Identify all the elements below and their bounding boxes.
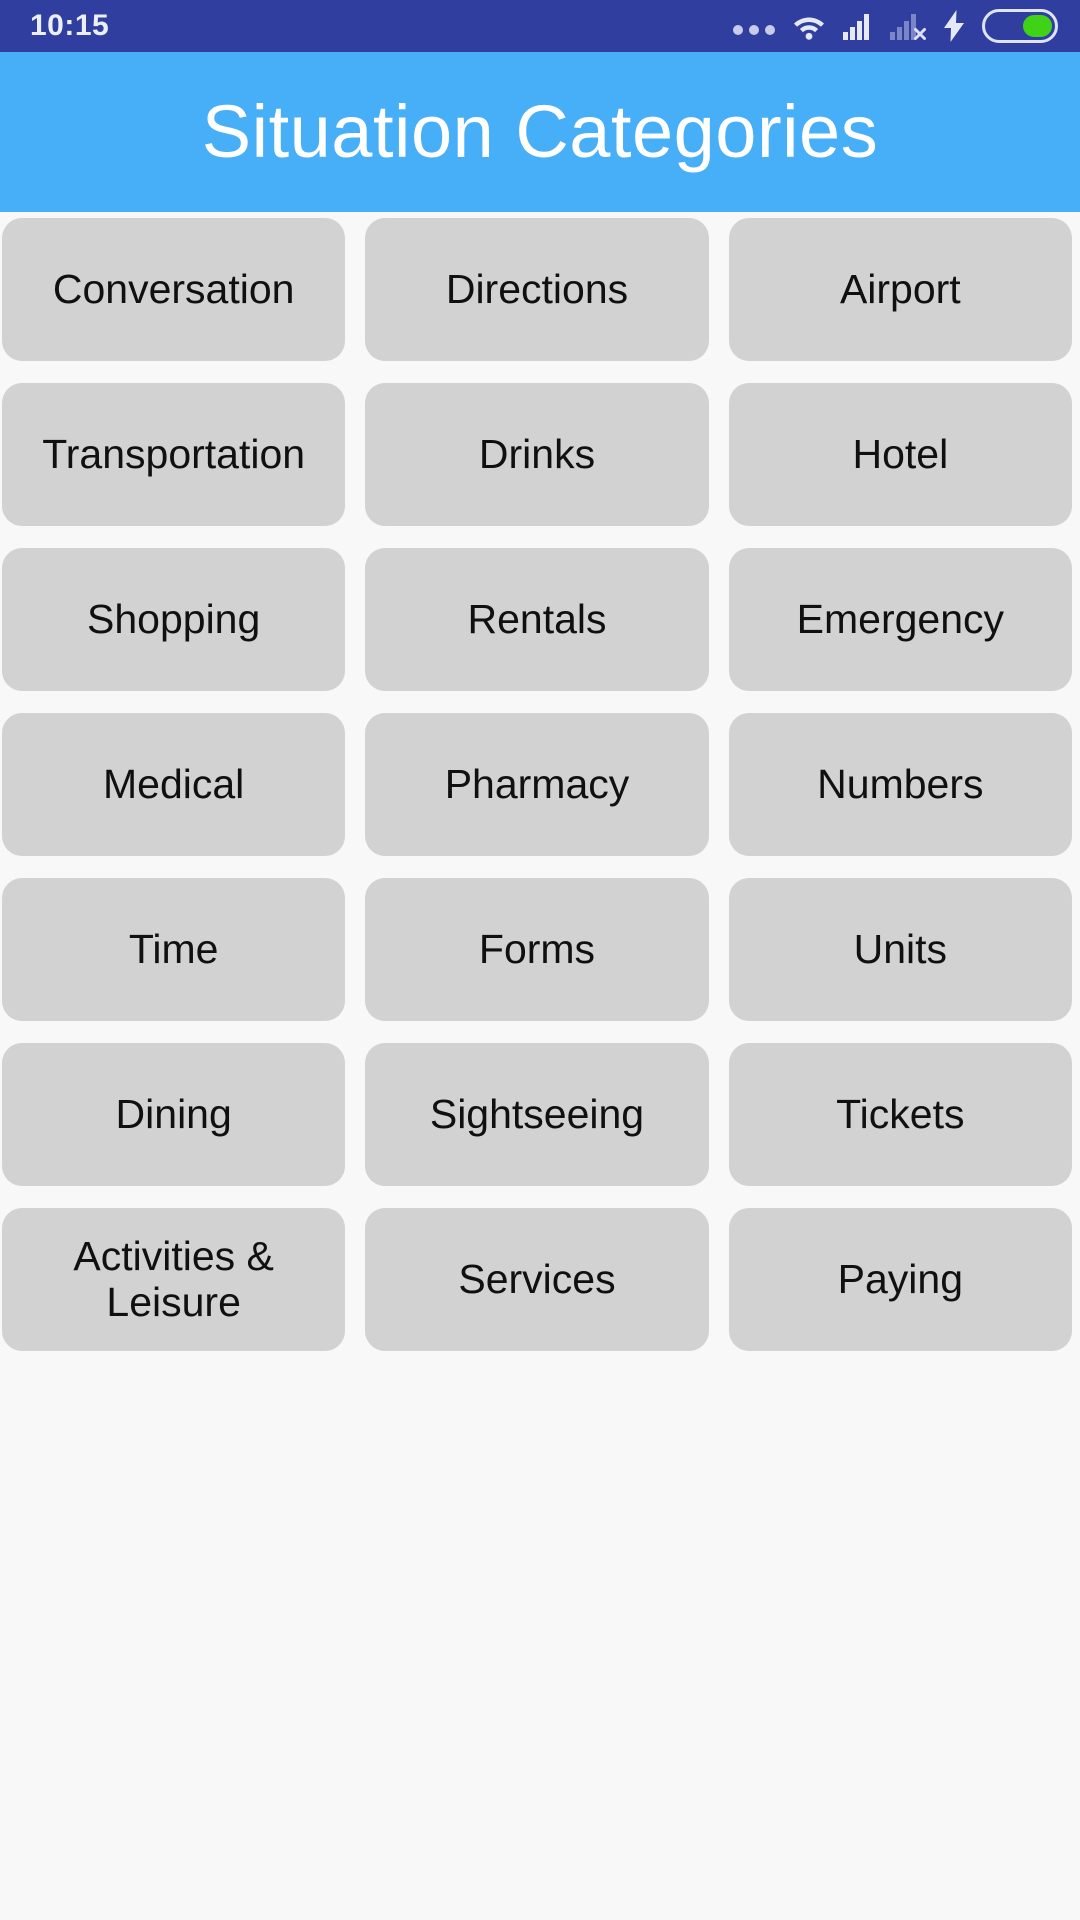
category-button-paying[interactable]: Paying: [728, 1208, 1072, 1351]
category-label: Dining: [115, 1090, 232, 1137]
battery-fill: [1022, 15, 1052, 37]
category-label: Drinks: [478, 430, 596, 477]
category-label: Pharmacy: [444, 760, 630, 807]
category-label: Paying: [837, 1255, 964, 1302]
category-button-transportation[interactable]: Transportation: [2, 383, 346, 526]
category-button-dining[interactable]: Dining: [2, 1043, 346, 1186]
category-label: Numbers: [817, 760, 984, 807]
category-label: Medical: [103, 760, 245, 807]
charging-bolt-icon: [943, 10, 965, 42]
category-label: Transportation: [42, 430, 306, 477]
category-label: Emergency: [796, 595, 1005, 642]
category-label: Time: [128, 925, 219, 972]
category-label: Shopping: [87, 595, 261, 642]
category-button-services[interactable]: Services: [365, 1208, 709, 1351]
category-label: Units: [853, 925, 948, 972]
category-label: Hotel: [852, 430, 949, 477]
status-bar-icons: [733, 9, 1058, 43]
battery-icon: [982, 9, 1058, 43]
category-button-airport[interactable]: Airport: [728, 218, 1072, 361]
category-button-forms[interactable]: Forms: [365, 878, 709, 1021]
category-label: Services: [458, 1255, 616, 1302]
main-content: Conversation Directions Airport Transpor…: [0, 212, 1080, 1920]
category-button-emergency[interactable]: Emergency: [728, 548, 1072, 691]
category-button-tickets[interactable]: Tickets: [728, 1043, 1072, 1186]
category-button-conversation[interactable]: Conversation: [2, 218, 346, 361]
category-label: Conversation: [52, 265, 295, 312]
app-header: Situation Categories: [0, 52, 1080, 212]
category-label: Rentals: [467, 595, 607, 642]
category-button-directions[interactable]: Directions: [365, 218, 709, 361]
category-button-medical[interactable]: Medical: [2, 713, 346, 856]
category-label: Activities & Leisure: [73, 1232, 274, 1325]
category-button-hotel[interactable]: Hotel: [728, 383, 1072, 526]
category-label: Sightseeing: [429, 1090, 645, 1137]
more-dots-icon: [733, 11, 775, 41]
category-button-activities-leisure[interactable]: Activities & Leisure: [2, 1208, 346, 1351]
category-label: Directions: [445, 265, 629, 312]
cellular-signal-no-sim-icon: [890, 11, 926, 41]
category-button-sightseeing[interactable]: Sightseeing: [365, 1043, 709, 1186]
cellular-signal-icon: [843, 11, 873, 41]
status-bar: 10:15: [0, 0, 1080, 52]
category-label: Tickets: [836, 1090, 965, 1137]
category-button-rentals[interactable]: Rentals: [365, 548, 709, 691]
wifi-icon: [792, 11, 826, 41]
status-bar-clock: 10:15: [30, 9, 110, 42]
category-button-drinks[interactable]: Drinks: [365, 383, 709, 526]
category-grid: Conversation Directions Airport Transpor…: [0, 212, 1080, 1351]
category-button-units[interactable]: Units: [728, 878, 1072, 1021]
category-label: Forms: [478, 925, 596, 972]
category-button-shopping[interactable]: Shopping: [2, 548, 346, 691]
category-label: Airport: [839, 265, 961, 312]
category-button-pharmacy[interactable]: Pharmacy: [365, 713, 709, 856]
category-button-time[interactable]: Time: [2, 878, 346, 1021]
category-button-numbers[interactable]: Numbers: [728, 713, 1072, 856]
page-title: Situation Categories: [201, 90, 879, 173]
